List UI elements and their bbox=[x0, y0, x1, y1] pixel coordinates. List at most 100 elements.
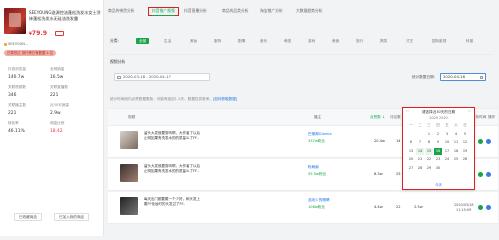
tab-item[interactable]: 淘宝推广分析 bbox=[260, 8, 283, 14]
calendar-day[interactable]: 10 bbox=[443, 139, 451, 146]
calendar-day[interactable]: 3 bbox=[443, 131, 451, 138]
stat-item: 关联视频数 346 bbox=[8, 85, 48, 98]
detail-icon[interactable] bbox=[486, 172, 491, 177]
calendar-day[interactable]: 6 bbox=[407, 139, 415, 146]
category-item[interactable]: 游戏 bbox=[308, 38, 315, 44]
calendar-day[interactable]: 21 bbox=[416, 156, 424, 163]
comments-value: 22 bbox=[396, 205, 401, 209]
category-item[interactable]: 萌宠 bbox=[284, 38, 291, 44]
product-thumbnail[interactable] bbox=[4, 8, 26, 34]
video-title[interactable]: 留头大发就要剪哟啊，大作者了以后止明如果有洗发水的的质量么了FF.. bbox=[144, 164, 202, 174]
play-icon[interactable] bbox=[478, 172, 483, 177]
author-name[interactable]: 粉刷扁 bbox=[308, 165, 319, 170]
category-item[interactable]: 剧情 bbox=[238, 38, 245, 44]
shop-meta: SEEYOUN... bbox=[4, 42, 28, 46]
calendar-day[interactable]: 25 bbox=[452, 156, 460, 163]
how-to-get-data-link[interactable]: [如何获取数据] bbox=[213, 97, 237, 101]
play-icon[interactable] bbox=[478, 205, 483, 210]
video-title[interactable]: 每天出门都要戴一个少好，和头发上戴FF化妆时的头发过了FF.. bbox=[144, 197, 202, 207]
stat-value: 18.42 bbox=[50, 129, 63, 134]
stat-label: 关联直播数 bbox=[50, 85, 68, 89]
calendar-day[interactable]: 16 bbox=[434, 147, 442, 155]
detail-icon[interactable] bbox=[486, 205, 491, 210]
author-name[interactable]: 浩永少的眼睛 bbox=[308, 198, 330, 203]
column-header[interactable]: 点赞数 ↓ bbox=[370, 109, 385, 125]
stat-date-input[interactable]: 2020-04-16 bbox=[440, 73, 486, 81]
column-header[interactable]: 操作 bbox=[488, 109, 495, 125]
category-item[interactable]: 生活 bbox=[164, 38, 171, 44]
stat-label: 全网销量 bbox=[50, 67, 65, 71]
calendar-day[interactable]: 11 bbox=[452, 139, 460, 146]
calendar-day[interactable]: 23 bbox=[434, 156, 442, 163]
category-label: 分类: bbox=[110, 38, 119, 43]
calendar-year-month[interactable]: 2020 2020 bbox=[403, 116, 474, 120]
category-item[interactable]: 国际影视 bbox=[432, 38, 446, 44]
calendar-day[interactable]: 13 bbox=[407, 148, 415, 155]
category-item[interactable]: 旅行 bbox=[356, 38, 363, 44]
calendar-day[interactable]: 14 bbox=[416, 147, 424, 155]
category-item[interactable]: 才艺 bbox=[406, 38, 413, 44]
table-row[interactable]: 每天出门都要戴一个少好，和头发上戴FF化妆时的头发过了FF.. 浩永少的眼睛 108… bbox=[108, 192, 498, 224]
date-range-picker[interactable]: 2020-03-18 - 2020-04-17 bbox=[114, 73, 210, 81]
category-item[interactable]: 美食 bbox=[332, 38, 339, 44]
calendar-day[interactable]: 12 bbox=[461, 139, 469, 146]
favorite-button[interactable]: 已收藏商品 bbox=[14, 213, 42, 221]
price-tag-icon bbox=[55, 31, 64, 36]
tab-item[interactable]: 大数据趋势分析 bbox=[296, 8, 323, 14]
calendar-day[interactable]: 20 bbox=[407, 156, 415, 163]
calendar-day[interactable]: 15 bbox=[425, 147, 433, 155]
author-name[interactable]: 巴黎阁Gianna bbox=[308, 132, 332, 137]
stat-label: 转化率 bbox=[8, 121, 19, 125]
calendar-day[interactable]: 8 bbox=[425, 139, 433, 146]
video-thumbnail[interactable] bbox=[120, 131, 138, 149]
rank-badge: 已带货达 排行榜已有数据 4 位 bbox=[4, 50, 57, 56]
calendar-day[interactable]: 27 bbox=[407, 165, 415, 172]
column-header[interactable]: 视频 bbox=[128, 109, 135, 125]
column-header[interactable]: 播主 bbox=[314, 109, 321, 125]
calendar-day[interactable]: 29 bbox=[425, 165, 433, 172]
calendar-day[interactable]: 24 bbox=[443, 156, 451, 163]
stat-item: 近30天销量 2.9w bbox=[50, 103, 90, 116]
column-header[interactable]: 评论数 bbox=[390, 109, 401, 125]
add-to-my-products-button[interactable]: 已加入我的商品 bbox=[54, 213, 90, 221]
calendar-day[interactable]: 4 bbox=[452, 131, 460, 138]
section-title: 视频分析 bbox=[110, 59, 126, 64]
likes-value: 4.4w bbox=[374, 205, 383, 209]
category-item[interactable]: 搞笑 bbox=[380, 38, 387, 44]
category-item[interactable]: 科普 bbox=[466, 38, 473, 44]
category-item[interactable]: 全部 bbox=[136, 38, 150, 44]
video-title[interactable]: 留头大发就要剪哟啊，大作者了以后止明如果有洗发水的的质量么了FF.. bbox=[144, 131, 202, 141]
calendar-day[interactable]: 28 bbox=[416, 165, 424, 172]
calendar-icon bbox=[479, 75, 483, 80]
calendar-day[interactable]: 26 bbox=[461, 156, 469, 163]
product-title[interactable]: SEEYOUNG滋源控油蓬松洗发水女士涂抹蓬松洗发水无硅油洗发露 bbox=[29, 10, 101, 21]
calendar-day[interactable]: 19 bbox=[461, 148, 469, 155]
product-price: ¥79.9 bbox=[29, 30, 48, 37]
weekday-label: 一 bbox=[409, 123, 413, 127]
calendar-day[interactable]: 22 bbox=[425, 156, 433, 163]
video-thumbnail[interactable] bbox=[120, 197, 138, 215]
next-year-button[interactable]: ›› bbox=[468, 109, 471, 113]
calendar-day[interactable]: 18 bbox=[452, 148, 460, 155]
category-item[interactable]: 服饰 bbox=[214, 38, 221, 44]
tab-item[interactable]: 商品的品类分析 bbox=[222, 8, 249, 14]
calendar-day[interactable]: 9 bbox=[434, 139, 442, 146]
calendar-day[interactable]: 30 bbox=[434, 165, 442, 172]
calendar-day[interactable]: 17 bbox=[443, 148, 451, 155]
category-item[interactable]: 音乐 bbox=[260, 38, 267, 44]
play-icon[interactable] bbox=[478, 139, 483, 144]
calendar-day[interactable]: 5 bbox=[461, 131, 469, 138]
shop-icon bbox=[4, 42, 7, 46]
detail-icon[interactable] bbox=[486, 139, 491, 144]
stat-label: 关联播主数 bbox=[8, 103, 26, 107]
category-item[interactable]: 美妆 bbox=[190, 38, 197, 44]
stat-value: 140.7w bbox=[8, 75, 25, 80]
video-thumbnail[interactable] bbox=[120, 164, 138, 182]
calendar-day[interactable]: 2 bbox=[434, 131, 442, 138]
tab-item[interactable]: 抖音推广视频 bbox=[148, 7, 179, 16]
today-button[interactable]: 今天 bbox=[403, 182, 474, 187]
tab-item[interactable]: 商品的带货分析 bbox=[108, 8, 135, 14]
tab-item[interactable]: 抖音直播分析 bbox=[184, 8, 207, 14]
calendar-day[interactable]: 1 bbox=[425, 131, 433, 138]
calendar-day[interactable]: 7 bbox=[416, 139, 424, 146]
